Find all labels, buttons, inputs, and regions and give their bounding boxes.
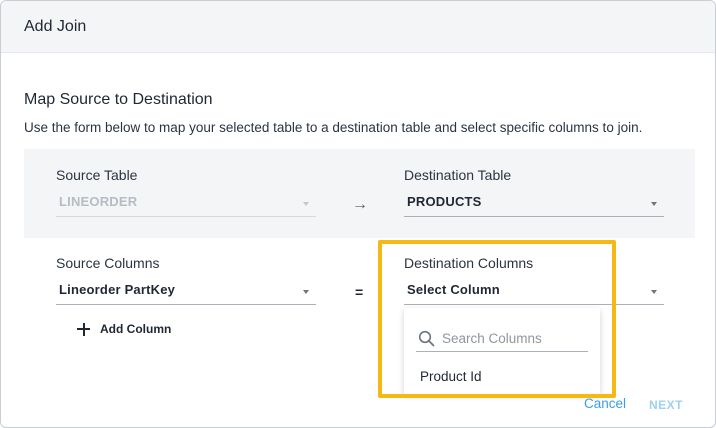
add-column-button[interactable]: Add Column [77,319,171,339]
chevron-down-icon [303,202,309,206]
chevron-down-icon [303,290,309,294]
plus-icon [77,322,90,336]
section-description: Use the form below to map your selected … [24,120,643,135]
destination-table-label: Destination Table [404,167,512,183]
source-column-select[interactable]: Lineorder PartKey [56,279,316,305]
cancel-button[interactable]: Cancel [584,396,626,411]
equals-sign: = [355,284,364,300]
source-table-select: LINEORDER [56,191,316,217]
highlight-box [378,240,616,398]
dialog-header: Add Join [1,1,715,53]
section-title: Map Source to Destination [24,91,213,108]
destination-table-select[interactable]: PRODUCTS [404,191,664,217]
source-table-label: Source Table [56,167,138,183]
destination-table-value: PRODUCTS [407,194,482,209]
chevron-down-icon [651,202,657,206]
chevron-down-icon [651,290,657,294]
add-join-dialog: Add Join Map Source to Destination Use t… [0,0,716,428]
dialog-title: Add Join [24,18,87,35]
source-table-value: LINEORDER [59,194,138,209]
source-columns-label: Source Columns [56,255,160,271]
next-button[interactable]: NEXT [649,398,683,412]
add-column-label: Add Column [100,322,172,336]
arrow-right-icon: → [352,196,368,213]
source-column-value: Lineorder PartKey [59,282,176,297]
